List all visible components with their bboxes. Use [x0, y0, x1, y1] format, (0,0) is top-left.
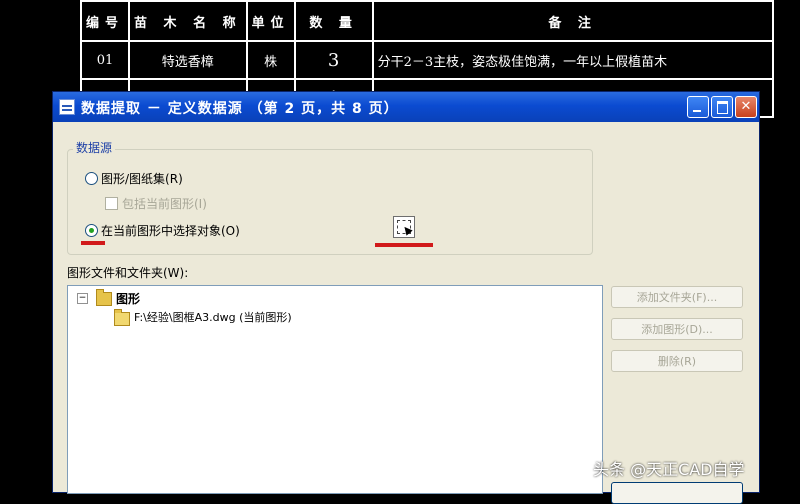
- drawings-folder-icon: [96, 289, 112, 306]
- drawing-files-label: 图形文件和文件夹(W):: [67, 266, 189, 280]
- data-extraction-icon: [59, 99, 75, 115]
- table-header-row: 编号 苗 木 名 称 单位 数 量 备 注: [79, 0, 774, 42]
- radio-on-icon: [85, 224, 98, 237]
- maximize-button[interactable]: [711, 96, 733, 118]
- checkbox-icon: [105, 197, 118, 210]
- include-current-checkbox[interactable]: 包括当前图形(I): [105, 195, 207, 212]
- drawing-file-icon: [114, 309, 130, 326]
- header-cell: 编号: [79, 0, 131, 42]
- table-cell: 分干2－3主枝，姿态极佳饱满，一年以上假植苗木: [371, 40, 774, 80]
- remove-button[interactable]: 删除(R): [611, 350, 743, 372]
- select-objects-label: 在当前图形中选择对象(O): [101, 224, 240, 238]
- data-extraction-dialog: 数据提取 － 定义数据源 （第 2 页，共 8 页） ✕ 数据源 图形/图纸集(…: [52, 91, 760, 504]
- radio-off-icon: [85, 172, 98, 185]
- select-objects-button[interactable]: [393, 216, 415, 238]
- drawings-radio[interactable]: 图形/图纸集(R): [85, 170, 183, 187]
- header-cell: 数 量: [293, 0, 374, 42]
- table-cell: 特选香樟: [128, 40, 248, 80]
- table-row: 01 特选香樟 株 3 分干2－3主枝，姿态极佳饱满，一年以上假植苗木: [79, 40, 774, 80]
- header-cell: 备 注: [371, 0, 774, 42]
- minimize-button[interactable]: [687, 96, 709, 118]
- settings-button[interactable]: [611, 482, 743, 504]
- title-bar[interactable]: 数据提取 － 定义数据源 （第 2 页，共 8 页） ✕: [53, 92, 759, 122]
- tree-item-current-drawing[interactable]: F:\经验\图框A3.dwg (当前图形): [134, 309, 292, 325]
- table-cell: 株: [245, 40, 296, 80]
- header-cell: 单位: [245, 0, 296, 42]
- close-button[interactable]: ✕: [735, 96, 757, 118]
- header-cell: 苗 木 名 称: [128, 0, 248, 42]
- red-underline-annotation: [81, 241, 105, 245]
- include-current-label: 包括当前图形(I): [122, 197, 207, 211]
- red-underline-annotation: [375, 243, 433, 247]
- add-drawing-button[interactable]: 添加图形(D)...: [611, 318, 743, 340]
- data-source-label: 数据源: [73, 139, 116, 156]
- tree-root-label[interactable]: 图形: [116, 290, 140, 307]
- watermark: 头条 @天正CAD自学: [593, 460, 745, 479]
- dialog-title: 数据提取 － 定义数据源 （第 2 页，共 8 页）: [81, 101, 399, 117]
- add-folder-button[interactable]: 添加文件夹(F)...: [611, 286, 743, 308]
- drawing-files-tree[interactable]: − 图形 F:\经验\图框A3.dwg (当前图形): [67, 285, 603, 494]
- collapse-icon[interactable]: −: [77, 293, 88, 304]
- drawings-radio-label: 图形/图纸集(R): [101, 172, 183, 186]
- select-objects-radio[interactable]: 在当前图形中选择对象(O): [85, 222, 240, 239]
- table-cell: 01: [79, 40, 131, 80]
- table-cell: 3: [293, 40, 374, 80]
